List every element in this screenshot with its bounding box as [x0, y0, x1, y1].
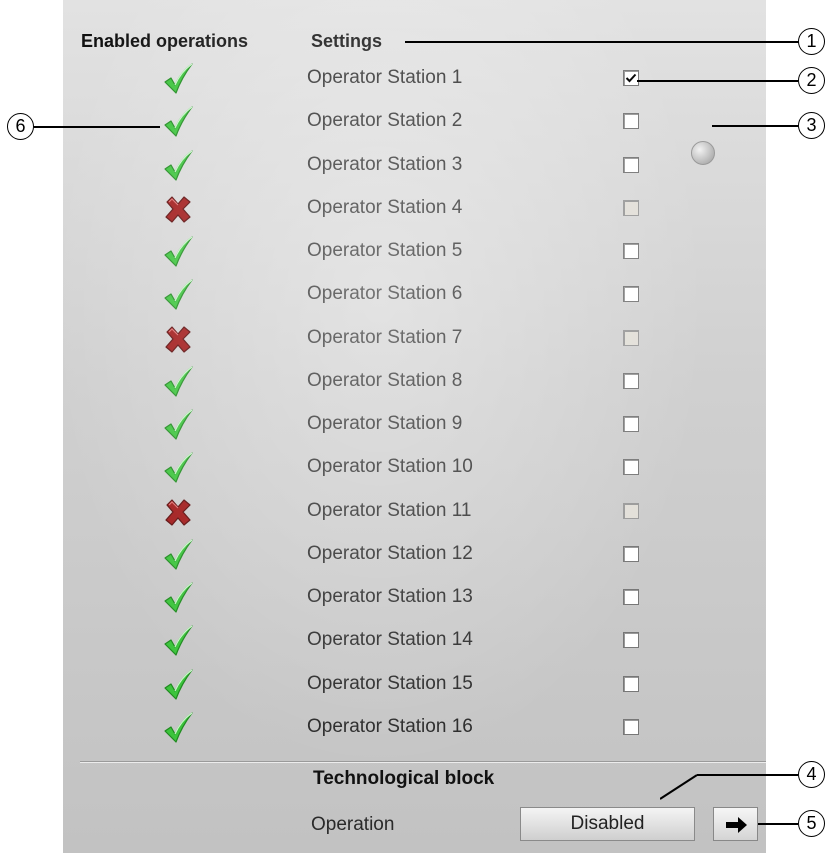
checkmark-icon	[161, 581, 195, 615]
checkmark-icon	[161, 62, 195, 96]
checkmark-icon	[161, 711, 195, 745]
station-label: Operator Station 6	[307, 283, 463, 305]
callout-line-4	[660, 774, 798, 800]
divider-highlight	[80, 762, 766, 763]
station-label: Operator Station 7	[307, 326, 463, 348]
checkmark-icon	[161, 668, 195, 702]
station-checkbox[interactable]	[623, 416, 639, 432]
checkmark-icon	[161, 408, 195, 442]
checkmark-icon	[161, 365, 195, 399]
station-row: Operator Station 15	[63, 664, 766, 708]
station-checkbox[interactable]	[623, 243, 639, 259]
station-row: Operator Station 12	[63, 534, 766, 578]
station-label: Operator Station 4	[307, 196, 463, 218]
station-checkbox[interactable]	[623, 459, 639, 476]
right-arrow-icon	[726, 817, 747, 833]
enabled-operations-header: Enabled operations	[81, 31, 249, 51]
checkmark-icon	[161, 235, 195, 269]
station-checkbox[interactable]	[623, 632, 639, 649]
callout-6: 6	[7, 113, 34, 140]
station-label: Operator Station 5	[307, 240, 463, 261]
station-checkbox[interactable]	[623, 70, 639, 86]
station-row: Operator Station 2	[63, 101, 766, 145]
checkmark-icon	[161, 624, 195, 658]
station-checkbox[interactable]	[623, 286, 639, 303]
checkmark-icon	[161, 149, 195, 183]
station-checkbox[interactable]	[623, 675, 639, 692]
station-checkbox	[623, 502, 639, 519]
operation-label: Operation	[311, 814, 395, 835]
station-checkbox[interactable]	[623, 589, 639, 605]
technological-block-title: Technological block	[313, 768, 495, 789]
station-checkbox[interactable]	[623, 545, 639, 562]
callout-2: 2	[798, 67, 825, 94]
station-checkbox[interactable]	[623, 718, 639, 735]
callout-line-3	[712, 125, 798, 127]
station-label: Operator Station 8	[307, 369, 463, 391]
station-label: Operator Station 10	[307, 456, 473, 478]
callout-line-1	[405, 41, 799, 43]
station-row: Operator Station 13	[63, 577, 766, 621]
callout-line-6	[34, 126, 160, 128]
callout-line-2	[637, 80, 798, 82]
station-checkbox[interactable]	[623, 156, 639, 173]
station-row: Operator Station 8	[63, 361, 766, 405]
station-checkbox	[623, 329, 639, 346]
station-label: Operator Station 9	[307, 413, 463, 434]
cross-icon	[161, 192, 195, 226]
checkmark-icon	[161, 451, 195, 485]
callout-3: 3	[798, 112, 825, 139]
cross-icon	[161, 322, 195, 356]
station-row: Operator Station 9	[63, 404, 766, 448]
station-label: Operator Station 16	[307, 715, 473, 737]
station-checkbox[interactable]	[623, 113, 639, 130]
operation-button[interactable]: Disabled	[520, 807, 695, 841]
station-label: Operator Station 15	[307, 672, 473, 694]
station-row: Operator Station 3	[63, 145, 766, 189]
settings-header: Settings	[311, 31, 383, 51]
status-indicator-icon	[691, 141, 715, 165]
station-row: Operator Station 4	[63, 188, 766, 232]
callout-5: 5	[798, 810, 825, 837]
station-label: Operator Station 12	[307, 542, 473, 564]
navigate-button[interactable]	[713, 807, 758, 841]
station-row: Operator Station 14	[63, 620, 766, 664]
station-row: Operator Station 10	[63, 447, 766, 491]
station-label: Operator Station 14	[307, 629, 473, 651]
callout-4: 4	[798, 761, 825, 788]
operator-stations-panel: Enabled operations Settings Operator Sta…	[63, 0, 766, 853]
station-row: Operator Station 16	[63, 707, 766, 751]
station-checkbox[interactable]	[623, 372, 639, 389]
station-row: Operator Station 11	[63, 491, 766, 535]
station-label: Operator Station 1	[307, 67, 463, 88]
station-row: Operator Station 5	[63, 231, 766, 275]
station-label: Operator Station 2	[307, 110, 463, 132]
checkmark-icon	[161, 278, 195, 312]
cross-icon	[161, 495, 195, 529]
station-label: Operator Station 11	[307, 499, 472, 521]
callout-line-5	[758, 823, 798, 825]
checkmark-icon	[161, 105, 195, 139]
checkmark-icon	[161, 538, 195, 572]
station-row: Operator Station 6	[63, 274, 766, 318]
station-label: Operator Station 13	[307, 586, 473, 607]
station-checkbox	[623, 199, 639, 216]
station-label: Operator Station 3	[307, 153, 463, 175]
callout-1: 1	[798, 28, 825, 55]
station-row: Operator Station 7	[63, 318, 766, 362]
